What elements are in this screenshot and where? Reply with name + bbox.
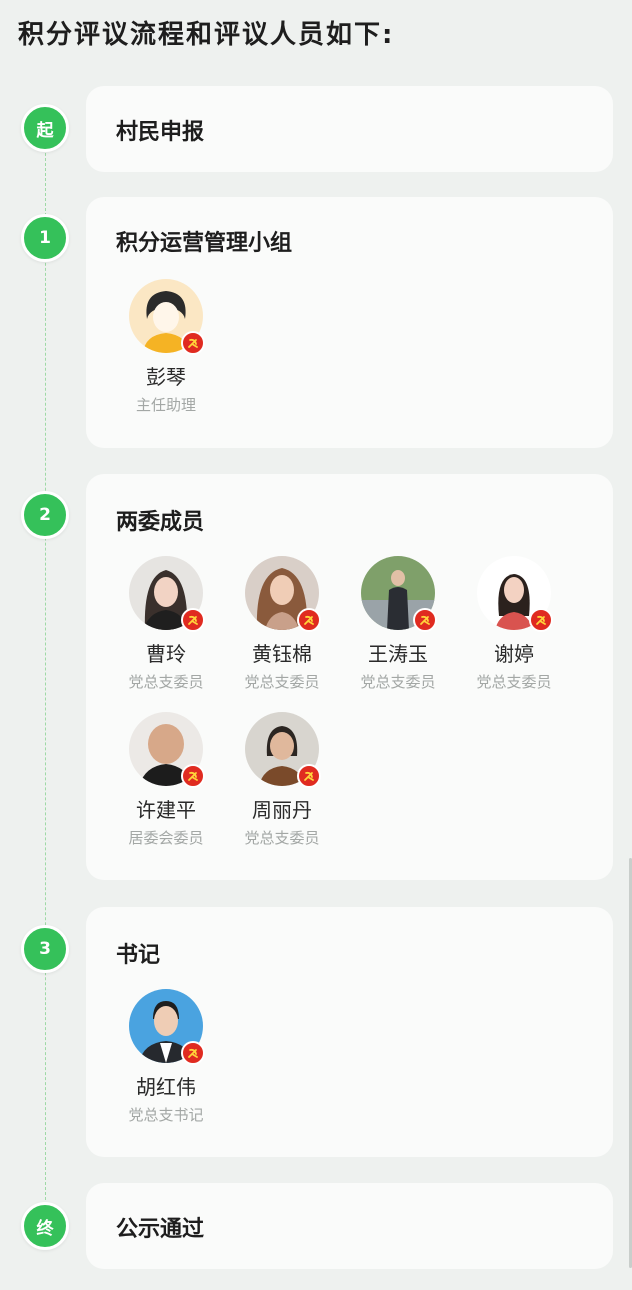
step-marker-start: 起 xyxy=(21,104,69,152)
step-title: 书记 xyxy=(116,943,161,968)
member-role: 党总支委员 xyxy=(244,673,320,691)
party-emblem-icon xyxy=(413,608,437,632)
member-card[interactable]: 黄钰棉 党总支委员 xyxy=(224,556,340,692)
step-card-2: 两委成员 曹玲 党总支委员 黄钰棉 党总支委员 王涛玉 党总支委员 谢婷 党总支… xyxy=(86,474,613,880)
avatar xyxy=(129,989,205,1065)
party-emblem-icon xyxy=(529,608,553,632)
avatar xyxy=(245,712,321,788)
step-title: 两委成员 xyxy=(116,510,205,535)
review-process-page: 积分评议流程和评议人员如下: 起 村民申报 1 积分运营管理小组 彭琴 主任助理 xyxy=(0,0,632,1290)
member-role: 党总支委员 xyxy=(128,673,204,691)
step-card-start[interactable]: 村民申报 xyxy=(86,86,613,172)
member-role: 党总支委员 xyxy=(244,829,320,847)
step-marker-2: 2 xyxy=(21,491,69,539)
timeline-line xyxy=(45,148,46,1200)
step-title: 积分运营管理小组 xyxy=(116,231,293,256)
avatar xyxy=(129,556,205,632)
avatar xyxy=(129,712,205,788)
member-name: 许建平 xyxy=(136,798,196,822)
step-marker-end: 终 xyxy=(21,1202,69,1250)
member-name: 王涛玉 xyxy=(368,642,428,666)
member-role: 主任助理 xyxy=(135,396,196,414)
step-card-1: 积分运营管理小组 彭琴 主任助理 xyxy=(86,197,613,448)
member-name: 周丽丹 xyxy=(252,798,312,822)
step-title: 公示通过 xyxy=(116,1217,205,1242)
member-name: 彭琴 xyxy=(146,365,186,389)
member-card[interactable]: 彭琴 主任助理 xyxy=(108,279,224,415)
step-card-3: 书记 胡红伟 党总支书记 xyxy=(86,907,613,1157)
party-emblem-icon xyxy=(181,331,205,355)
member-card[interactable]: 谢婷 党总支委员 xyxy=(456,556,572,692)
avatar xyxy=(477,556,553,632)
step-marker-3: 3 xyxy=(21,925,69,973)
party-emblem-icon xyxy=(297,764,321,788)
avatar xyxy=(361,556,437,632)
step-marker-1: 1 xyxy=(21,214,69,262)
member-card[interactable]: 胡红伟 党总支书记 xyxy=(108,989,224,1125)
step-title: 村民申报 xyxy=(116,120,205,145)
member-card[interactable]: 许建平 居委会委员 xyxy=(108,712,224,848)
member-name: 胡红伟 xyxy=(136,1075,196,1099)
avatar xyxy=(245,556,321,632)
member-name: 黄钰棉 xyxy=(252,642,312,666)
member-card[interactable]: 曹玲 党总支委员 xyxy=(108,556,224,692)
member-name: 曹玲 xyxy=(146,642,186,666)
party-emblem-icon xyxy=(181,608,205,632)
page-heading: 积分评议流程和评议人员如下: xyxy=(18,20,395,50)
member-role: 党总支委员 xyxy=(360,673,436,691)
member-card[interactable]: 王涛玉 党总支委员 xyxy=(340,556,456,692)
avatar xyxy=(129,279,205,355)
party-emblem-icon xyxy=(297,608,321,632)
member-role: 居委会委员 xyxy=(128,829,204,847)
member-role: 党总支委员 xyxy=(476,673,552,691)
member-name: 谢婷 xyxy=(494,642,534,666)
member-role: 党总支书记 xyxy=(128,1106,204,1124)
step-card-end[interactable]: 公示通过 xyxy=(86,1183,613,1269)
party-emblem-icon xyxy=(181,764,205,788)
party-emblem-icon xyxy=(181,1041,205,1065)
member-card[interactable]: 周丽丹 党总支委员 xyxy=(224,712,340,848)
